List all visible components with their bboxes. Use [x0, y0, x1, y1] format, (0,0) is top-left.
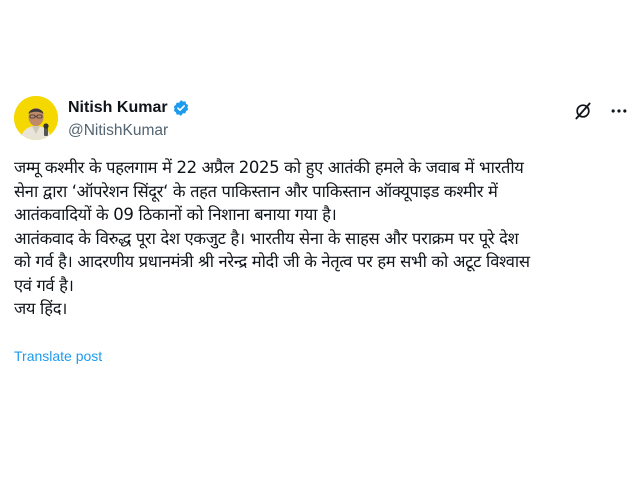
author-names: Nitish Kumar @NitishKumar: [68, 98, 190, 140]
post-actions: [572, 100, 630, 122]
post-text-line: आतंकवादियों के 09 ठिकानों को निशाना बनाय…: [14, 205, 337, 224]
post-text-line: आतंकवाद के विरुद्ध पूरा देश एकजुट है। भा…: [14, 228, 519, 248]
author-display-name[interactable]: Nitish Kumar: [68, 99, 168, 117]
translate-post-link[interactable]: Translate post: [14, 348, 102, 364]
post-header: Nitish Kumar @NitishKumar: [14, 96, 634, 142]
verified-badge-icon: [172, 99, 190, 117]
post-text-line: जय हिंद।: [14, 299, 68, 318]
more-options-icon[interactable]: [608, 100, 630, 122]
post-text: जम्मू कश्मीर के पहलगाम में 22 अप्रैल 202…: [14, 156, 626, 321]
grok-icon[interactable]: [572, 100, 594, 122]
post-card: Nitish Kumar @NitishKumar जम्मू कश्मीर क…: [0, 0, 640, 480]
post-text-line: एवं गर्व है।: [14, 275, 74, 295]
post-text-line: सेना द्वारा ‘ऑपरेशन सिंदूर‘ के तहत पाकिस…: [14, 181, 498, 201]
author-handle[interactable]: @NitishKumar: [68, 122, 190, 140]
display-name-row: Nitish Kumar: [68, 98, 190, 118]
post-text-line: जम्मू कश्मीर के पहलगाम में 22 अप्रैल 202…: [14, 158, 524, 177]
post-text-line: को गर्व है। आदरणीय प्रधानमंत्री श्री नरे…: [14, 252, 530, 271]
avatar[interactable]: [14, 96, 58, 140]
